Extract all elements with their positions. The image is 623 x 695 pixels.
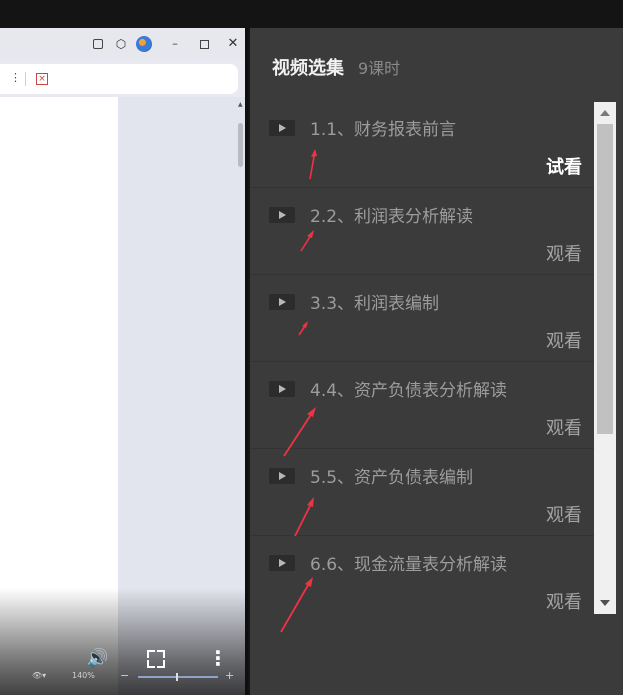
viewer-statusbar: 👁▾ 140% − + (0, 669, 238, 684)
red-arrow (280, 577, 313, 633)
more-vertical-icon[interactable]: ⋮ (208, 648, 228, 670)
lesson-title[interactable]: 6.6、现金流量表分析解读 (310, 550, 507, 575)
close-icon[interactable]: ✕ (224, 35, 242, 53)
watch-button[interactable]: 观看 (546, 414, 582, 440)
lesson-item-3[interactable]: 3.3、利润表编制 观看 (250, 275, 594, 362)
tab-overview-icon[interactable] (89, 35, 107, 53)
red-arrow (309, 149, 317, 180)
minimize-icon[interactable]: – (166, 35, 184, 53)
watch-button[interactable]: 观看 (546, 240, 582, 266)
red-arrow (294, 497, 314, 537)
zoom-in-button[interactable]: + (225, 669, 234, 682)
red-arrow (283, 407, 316, 457)
zoom-slider-knob[interactable] (176, 673, 178, 681)
play-icon (269, 120, 295, 136)
scroll-up-icon[interactable]: ▲ (238, 101, 243, 108)
zoom-out-button[interactable]: − (120, 669, 129, 682)
globe-avatar-icon[interactable] (136, 36, 152, 52)
lesson-title[interactable]: 3.3、利润表编制 (310, 289, 439, 314)
lesson-title[interactable]: 1.1、财务报表前言 (310, 115, 456, 140)
lesson-count: 9课时 (358, 59, 401, 78)
playlist-scroll-thumb[interactable] (597, 124, 613, 434)
play-icon (269, 555, 295, 571)
lesson-item-4[interactable]: 4.4、资产负债表分析解读 观看 (250, 362, 594, 457)
playlist-scrollbar[interactable] (594, 102, 616, 614)
restore-window-icon[interactable] (195, 35, 213, 53)
scroll-up-icon[interactable] (600, 110, 610, 116)
play-icon (269, 207, 295, 223)
lesson-title[interactable]: 2.2、利润表分析解读 (310, 202, 473, 227)
trial-button[interactable]: 试看 (546, 153, 582, 179)
red-arrow (298, 321, 308, 336)
lesson-item-1[interactable]: 1.1、财务报表前言 试看 (250, 101, 594, 188)
watch-button[interactable]: 观看 (546, 588, 582, 614)
clear-icon[interactable]: × (36, 73, 48, 85)
more-menu-icon[interactable]: ⋮ (10, 71, 21, 84)
viewer-titlebar: ⬡ – ✕ (0, 28, 245, 60)
toolbar-divider (25, 72, 26, 86)
video-player[interactable]: ⬡ – ✕ ⋮ × ▲ 🔊 ⋮ 👁▾ 140% − + (0, 28, 248, 695)
zoom-slider[interactable] (138, 673, 218, 681)
viewer-toolbar: ⋮ × (0, 64, 238, 94)
viewer-scroll-thumb[interactable] (238, 123, 243, 167)
playlist-title: 视频选集 (272, 58, 344, 79)
fullscreen-corner (157, 650, 165, 658)
cube-icon[interactable]: ⬡ (112, 35, 130, 53)
view-mode-icon[interactable]: 👁▾ (32, 671, 46, 680)
video-divider (245, 28, 248, 695)
lesson-item-5[interactable]: 5.5、资产负债表编制 观看 (250, 449, 594, 537)
fullscreen-corner (147, 660, 155, 668)
red-arrow (300, 230, 314, 252)
fullscreen-icon[interactable] (147, 650, 165, 668)
play-icon (269, 294, 295, 310)
volume-icon[interactable]: 🔊 (86, 648, 108, 670)
scroll-down-icon[interactable] (600, 600, 610, 606)
watch-button[interactable]: 观看 (546, 327, 582, 353)
watch-button[interactable]: 观看 (546, 501, 582, 527)
lesson-list: 1.1、财务报表前言 试看 2.2、利润表分析解读 观看 3.3、利润表编制 观… (250, 101, 594, 616)
zoom-level[interactable]: 140% (72, 671, 95, 680)
top-strip (0, 0, 623, 28)
playlist-header: 视频选集 9课时 (272, 54, 400, 80)
lesson-item-2[interactable]: 2.2、利润表分析解读 观看 (250, 188, 594, 275)
